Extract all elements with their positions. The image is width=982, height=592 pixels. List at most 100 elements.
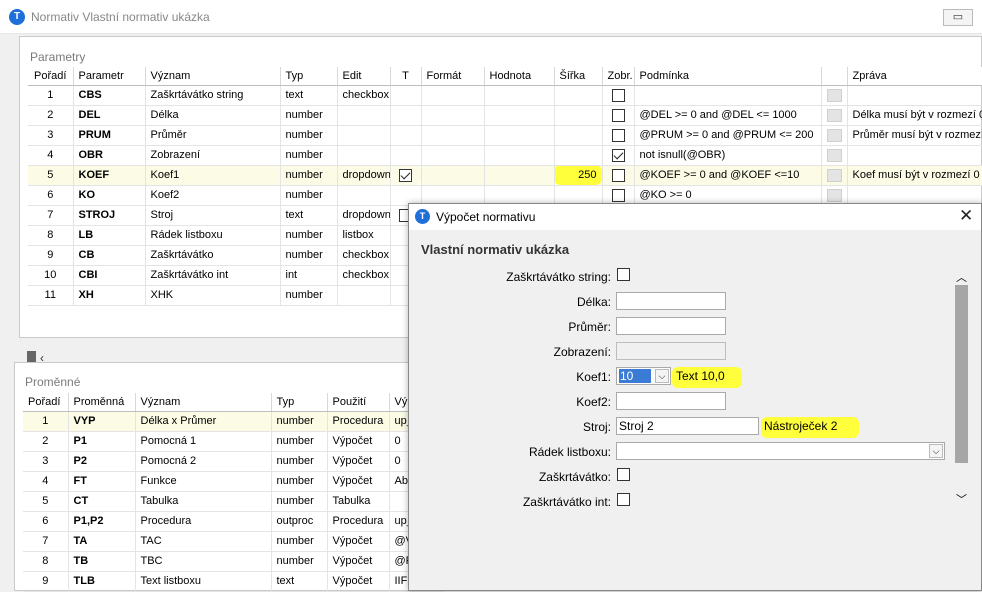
cell-param[interactable]: PRUM [73, 125, 146, 146]
cell-order[interactable]: 3 [23, 451, 69, 472]
cell-type[interactable]: text [271, 571, 328, 592]
cell-t[interactable] [390, 185, 422, 206]
cell-value[interactable] [484, 185, 555, 206]
cell-show[interactable] [602, 85, 635, 106]
cell-edit[interactable]: checkbox [337, 245, 391, 266]
chevron-down-icon[interactable]: ⌵ [929, 444, 943, 458]
vars-col-header[interactable]: Použití [327, 393, 390, 412]
restore-button[interactable]: ▭ [943, 9, 973, 26]
checkbox-icon[interactable] [611, 168, 625, 182]
cell-variable[interactable]: VYP [68, 411, 136, 432]
cell-param[interactable]: DEL [73, 105, 146, 126]
cell-variable[interactable]: TB [68, 551, 136, 572]
select-lb[interactable]: ⌵ [616, 442, 945, 460]
cell-meaning[interactable]: Koef2 [145, 185, 281, 206]
cell-meaning[interactable]: Funkce [135, 471, 272, 492]
close-icon[interactable]: ✕ [959, 206, 973, 226]
cell-button[interactable] [821, 85, 848, 106]
cell-variable[interactable]: P2 [68, 451, 136, 472]
cell-variable[interactable]: P1 [68, 431, 136, 452]
table-row[interactable]: 6 KO Koef2 number @KO >= 0 [28, 185, 982, 206]
checkbox-cbs[interactable] [617, 268, 630, 281]
params-col-header[interactable]: Šířka [554, 67, 603, 86]
input-ko[interactable] [616, 392, 726, 410]
cell-edit[interactable]: dropdown [337, 205, 391, 226]
cell-order[interactable]: 4 [23, 471, 69, 492]
cell-param[interactable]: STROJ [73, 205, 146, 226]
cell-value[interactable] [484, 165, 555, 186]
cell-usage[interactable]: Výpočet [327, 551, 390, 572]
cell-button[interactable] [821, 125, 848, 146]
cell-width[interactable] [554, 145, 603, 166]
cell-variable[interactable]: TLB [68, 571, 136, 592]
chevron-down-icon[interactable]: ⌵ [655, 369, 669, 383]
table-row[interactable]: 4 OBR Zobrazení number not isnull(@OBR) [28, 145, 982, 166]
vars-col-header[interactable]: Proměnná [68, 393, 136, 412]
edit-condition-button[interactable] [826, 128, 842, 142]
cell-type[interactable]: outproc [271, 511, 328, 532]
cell-order[interactable]: 7 [23, 531, 69, 552]
vars-col-header[interactable]: Význam [135, 393, 272, 412]
cell-edit[interactable] [337, 125, 391, 146]
vars-col-header[interactable]: Typ [271, 393, 328, 412]
cell-width[interactable] [554, 185, 603, 206]
cell-format[interactable] [421, 145, 485, 166]
cell-order[interactable]: 5 [28, 165, 74, 186]
table-row[interactable]: 3 PRUM Průměr number @PRUM >= 0 and @PRUM <=… [28, 125, 982, 146]
cell-message[interactable]: Průměr musí být v rozmezí 0 [847, 125, 982, 146]
cell-edit[interactable] [337, 145, 391, 166]
checkbox-checked-icon[interactable] [611, 148, 625, 162]
cell-button[interactable] [821, 185, 848, 206]
checkbox-checked-icon[interactable] [399, 168, 412, 182]
cell-show[interactable] [602, 185, 635, 206]
cell-order[interactable]: 4 [28, 145, 74, 166]
table-row[interactable]: 3 P2 Pomocná 2 number Výpočet 0 [23, 451, 444, 472]
cell-type[interactable]: number [271, 471, 328, 492]
cell-type[interactable]: number [280, 165, 338, 186]
cell-message[interactable]: Koef musí být v rozmezí 0 - [847, 165, 982, 186]
checkbox-icon[interactable] [611, 108, 625, 122]
cell-show[interactable] [602, 145, 635, 166]
cell-condition[interactable]: @PRUM >= 0 and @PRUM <= 200 [634, 125, 822, 146]
cell-t[interactable] [390, 145, 422, 166]
cell-usage[interactable]: Výpočet [327, 471, 390, 492]
cell-meaning[interactable]: Rádek listboxu [145, 225, 281, 246]
cell-format[interactable] [421, 125, 485, 146]
cell-type[interactable]: number [280, 185, 338, 206]
params-col-header[interactable] [821, 67, 848, 86]
cell-usage[interactable]: Tabulka [327, 491, 390, 512]
cell-edit[interactable]: listbox [337, 225, 391, 246]
cell-type[interactable]: number [271, 431, 328, 452]
cell-order[interactable]: 1 [23, 411, 69, 432]
cell-message[interactable] [847, 85, 982, 106]
cell-format[interactable] [421, 185, 485, 206]
cell-order[interactable]: 7 [28, 205, 74, 226]
input-del[interactable] [616, 292, 726, 310]
cell-usage[interactable]: Výpočet [327, 431, 390, 452]
cell-order[interactable]: 10 [28, 265, 74, 286]
cell-condition[interactable]: not isnull(@OBR) [634, 145, 822, 166]
cell-type[interactable]: int [280, 265, 338, 286]
cell-button[interactable] [821, 145, 848, 166]
cell-meaning[interactable]: Délka [145, 105, 281, 126]
cell-t[interactable] [390, 165, 422, 186]
params-col-header[interactable]: Pořadí [28, 67, 74, 86]
cell-value[interactable] [484, 105, 555, 126]
cell-order[interactable]: 5 [23, 491, 69, 512]
cell-width[interactable] [554, 105, 603, 126]
cell-order[interactable]: 2 [28, 105, 74, 126]
table-row[interactable]: 7 TA TAC number Výpočet @V [23, 531, 444, 552]
cell-type[interactable]: number [280, 145, 338, 166]
cell-t[interactable] [390, 105, 422, 126]
cell-meaning[interactable]: Pomocná 1 [135, 431, 272, 452]
cell-message[interactable] [847, 185, 982, 206]
table-row[interactable]: 4 FT Funkce number Výpočet Abs [23, 471, 444, 492]
cell-format[interactable] [421, 105, 485, 126]
cell-meaning[interactable]: XHK [145, 285, 281, 306]
table-row[interactable]: 2 DEL Délka number @DEL >= 0 and @DEL <= 100… [28, 105, 982, 126]
cell-width[interactable]: 250 [554, 165, 603, 186]
edit-condition-button[interactable] [826, 108, 842, 122]
checkbox-icon[interactable] [611, 188, 625, 202]
cell-meaning[interactable]: Stroj [145, 205, 281, 226]
cell-type[interactable]: number [271, 491, 328, 512]
